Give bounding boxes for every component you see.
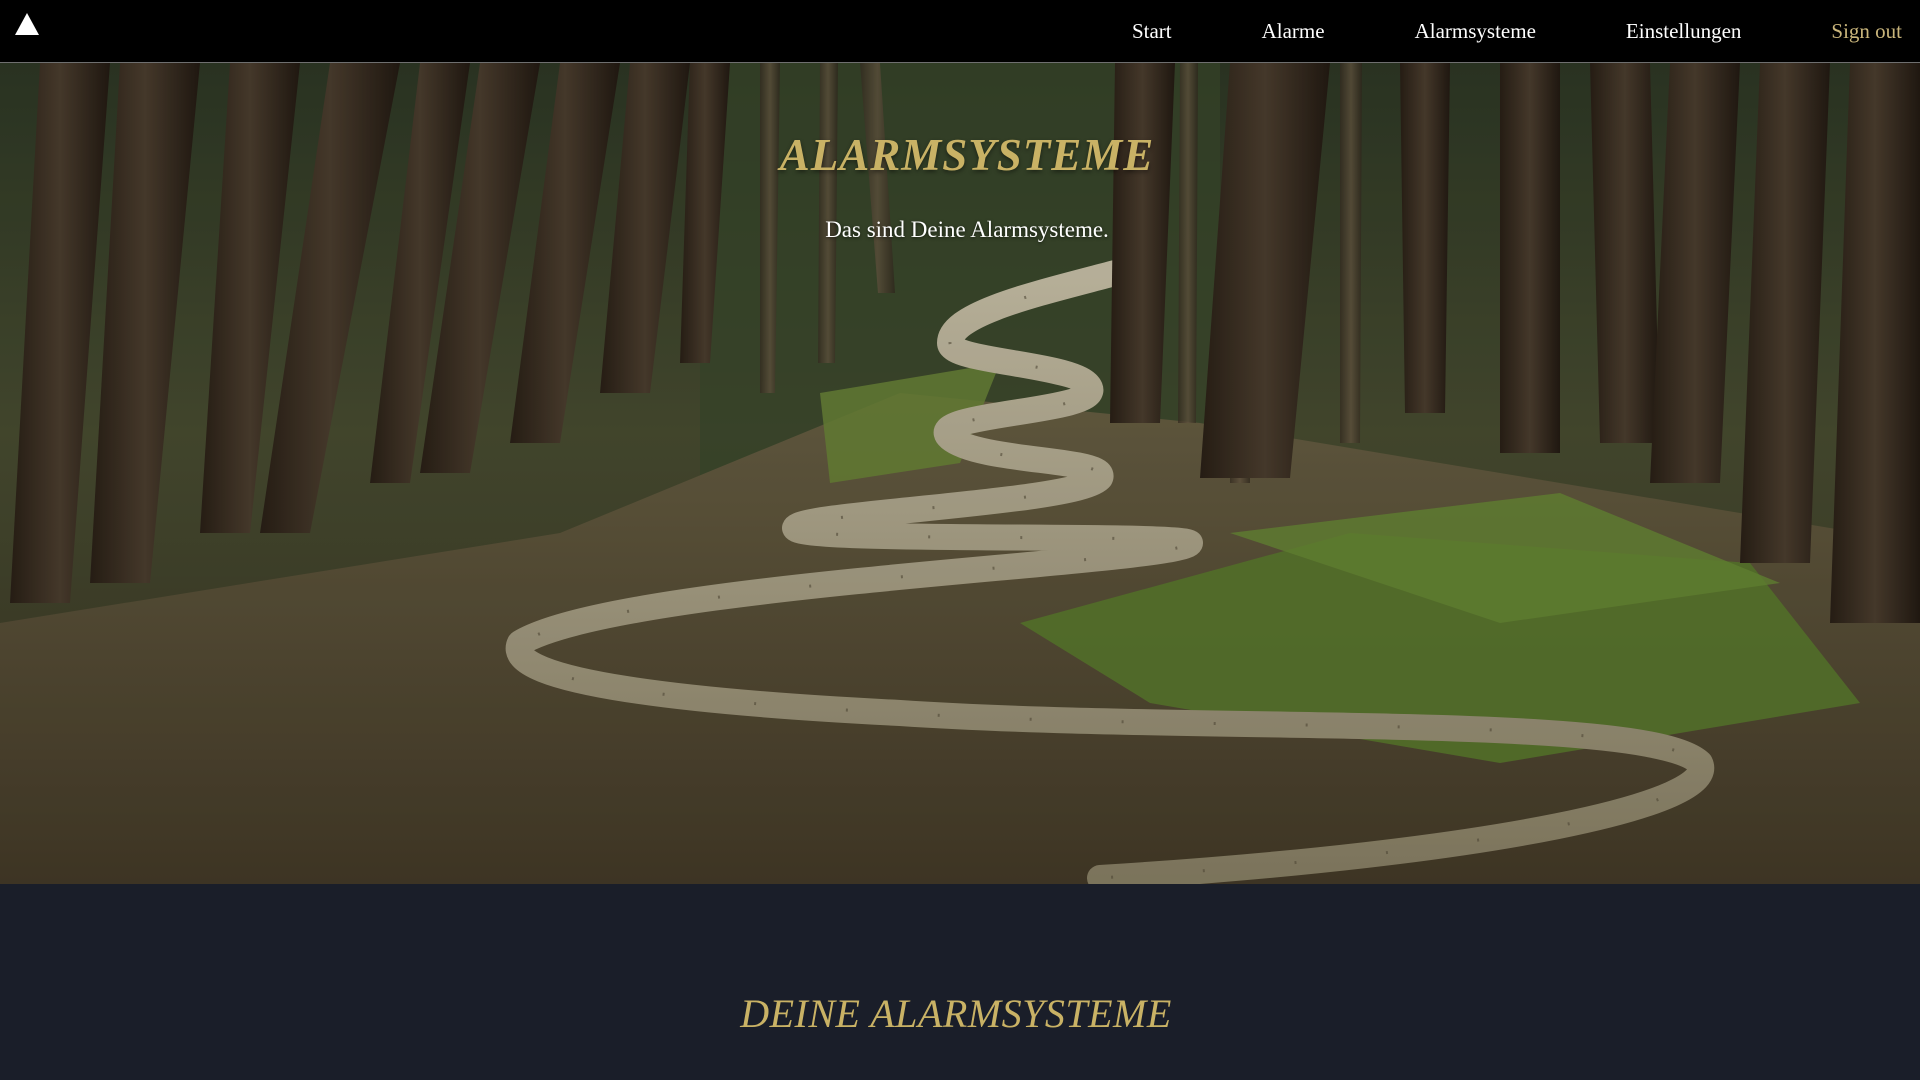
alarm-systems-section: DEINE ALARMSYSTEME (0, 884, 1920, 1080)
nav-link-alarme[interactable]: Alarme (1262, 21, 1325, 42)
section-title: DEINE ALARMSYSTEME (740, 991, 1172, 1036)
hero-banner: ALARMSYSTEME Das sind Deine Alarmsysteme… (0, 63, 1920, 884)
sign-out-link[interactable]: Sign out (1831, 21, 1902, 42)
hero-title: ALARMSYSTEME (779, 130, 1155, 180)
nav-link-einstellungen[interactable]: Einstellungen (1626, 21, 1741, 42)
forest-path-background (0, 63, 1920, 884)
nav-link-start[interactable]: Start (1132, 21, 1172, 42)
top-navbar: Start Alarme Alarmsysteme Einstellungen … (0, 0, 1920, 63)
hero-subtitle: Das sind Deine Alarmsysteme. (825, 217, 1109, 242)
triangle-logo-icon[interactable] (14, 12, 40, 36)
nav-links: Start Alarme Alarmsysteme Einstellungen … (1042, 0, 1902, 63)
nav-link-alarmsysteme[interactable]: Alarmsysteme (1415, 21, 1536, 42)
